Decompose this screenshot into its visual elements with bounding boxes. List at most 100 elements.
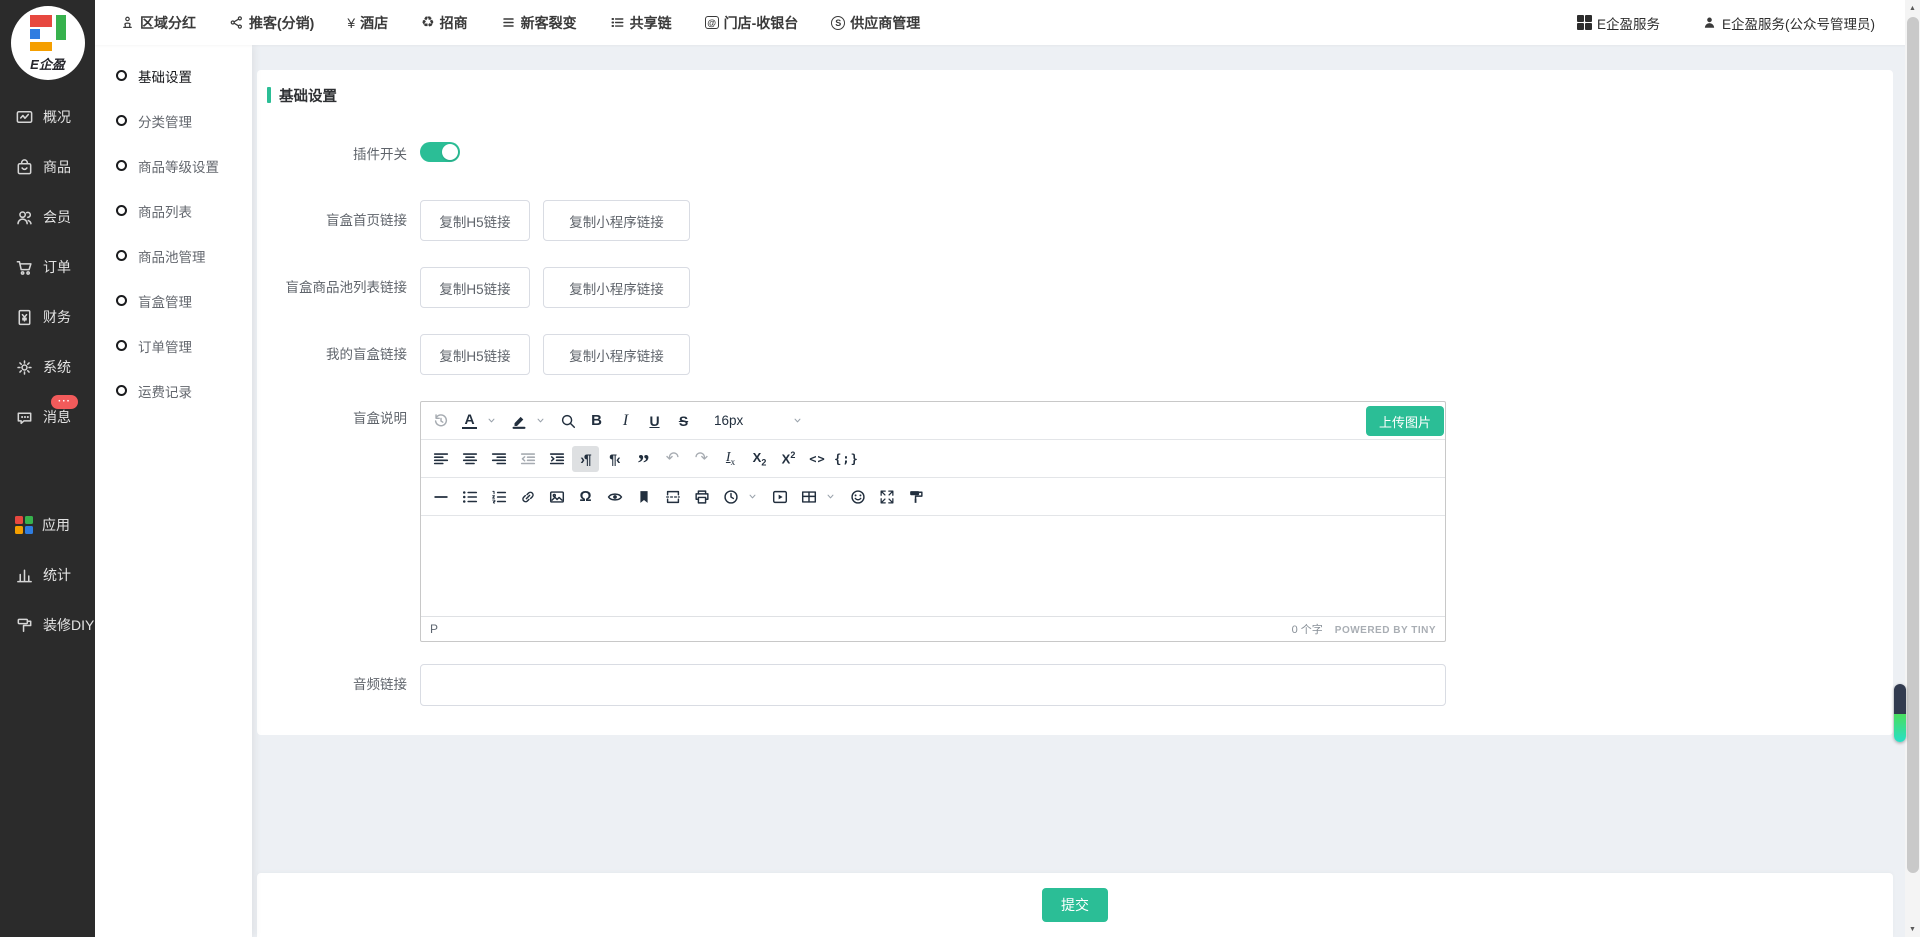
fullscreen-icon[interactable] (873, 484, 900, 510)
rtl-icon[interactable]: ¶‹ (601, 446, 628, 472)
topbar-service[interactable]: E企盈服务 (1577, 13, 1660, 33)
superscript-icon[interactable]: X2 (775, 446, 802, 472)
submenu-item-6[interactable]: 订单管理 (95, 323, 252, 368)
image-icon[interactable] (543, 484, 570, 510)
submenu-item-3[interactable]: 商品列表 (95, 188, 252, 233)
radio-circle-icon (116, 160, 127, 171)
datetime-icon[interactable] (717, 484, 744, 510)
redo-icon[interactable]: ↷ (688, 446, 715, 472)
sidebar-item-members[interactable]: 会员 (0, 192, 95, 242)
dropdown-chevron-icon (790, 408, 805, 434)
scroll-down-arrow-icon[interactable]: ▼ (1905, 921, 1920, 937)
nav-investment[interactable]: ♻招商 (421, 13, 467, 33)
submit-button[interactable]: 提交 (1042, 888, 1108, 922)
sidebar-item-overview[interactable]: 概况 (0, 92, 95, 142)
restore-draft-icon[interactable] (427, 408, 454, 434)
dropdown-chevron-icon[interactable] (745, 484, 760, 510)
editor-content[interactable] (421, 516, 1445, 616)
nav-share-chain[interactable]: 共享链 (610, 13, 672, 33)
floating-widget[interactable] (1894, 684, 1906, 742)
audio-link-input[interactable] (420, 664, 1446, 706)
sidebar-item-goods[interactable]: 商品 (0, 142, 95, 192)
radio-circle-icon (116, 70, 127, 81)
bold-icon[interactable]: B (583, 408, 610, 434)
page-break-icon[interactable] (659, 484, 686, 510)
copy-mini-button[interactable]: 复制小程序链接 (543, 334, 690, 375)
nav-promoter-distribution[interactable]: 推客(分销) (229, 13, 314, 33)
special-char-icon[interactable]: Ω (572, 484, 599, 510)
highlight-color-icon[interactable] (505, 408, 532, 434)
sidebar-item-orders[interactable]: 订单 (0, 242, 95, 292)
print-icon[interactable] (688, 484, 715, 510)
powered-by-tiny[interactable]: POWERED BY TINY (1335, 625, 1436, 636)
bullet-list-icon[interactable] (456, 484, 483, 510)
submenu-item-7[interactable]: 运费记录 (95, 368, 252, 413)
sidebar-item-stats[interactable]: 统计 (0, 550, 95, 600)
align-right-icon[interactable] (485, 446, 512, 472)
submenu-item-2[interactable]: 商品等级设置 (95, 143, 252, 188)
font-size-select[interactable]: 16px (704, 408, 812, 434)
plugin-switch-toggle[interactable] (420, 142, 460, 162)
format-painter-icon[interactable] (902, 484, 929, 510)
copy-mini-button[interactable]: 复制小程序链接 (543, 267, 690, 308)
nav-hotel[interactable]: ¥酒店 (347, 13, 388, 33)
at-icon: @ (705, 16, 719, 29)
submenu-item-5[interactable]: 盲盒管理 (95, 278, 252, 323)
sidebar-item-apps[interactable]: 应用 (0, 500, 95, 550)
link-icon[interactable] (514, 484, 541, 510)
remove-format-icon[interactable]: Ix (717, 446, 744, 472)
sidebar-item-diy[interactable]: 装修DIY (0, 600, 95, 650)
outdent-icon[interactable] (514, 446, 541, 472)
sidebar-item-finance[interactable]: 财务 (0, 292, 95, 342)
word-count: 0 个字 (1292, 621, 1323, 637)
copy-h5-button[interactable]: 复制H5链接 (420, 267, 530, 308)
subscript-icon[interactable]: X2 (746, 446, 773, 472)
align-left-icon[interactable] (427, 446, 454, 472)
italic-icon[interactable]: I (612, 408, 639, 434)
code-icon[interactable]: <> (804, 446, 831, 472)
search-icon[interactable] (554, 408, 581, 434)
editor-statusbar: P 0 个字 POWERED BY TINY (421, 616, 1445, 641)
submenu-item-1[interactable]: 分类管理 (95, 98, 252, 143)
horizontal-rule-icon[interactable] (427, 484, 454, 510)
page-scrollbar[interactable]: ▲ ▼ (1905, 0, 1920, 937)
finance-icon (15, 308, 34, 327)
upload-image-button[interactable]: 上传图片 (1366, 406, 1444, 436)
copy-mini-button[interactable]: 复制小程序链接 (543, 200, 690, 241)
text-color-icon[interactable]: A (456, 408, 483, 434)
sidebar-item-messages[interactable]: 消息··· (0, 392, 95, 442)
blockquote-icon[interactable]: ” (630, 446, 657, 472)
strikethrough-icon[interactable]: S (670, 408, 697, 434)
scrollbar-thumb[interactable] (1907, 17, 1919, 873)
share-icon (229, 15, 244, 30)
emoticons-icon[interactable] (844, 484, 871, 510)
nav-store-cashier[interactable]: @门店-收银台 (705, 13, 799, 33)
dropdown-chevron-icon[interactable] (823, 484, 838, 510)
submenu-item-4[interactable]: 商品池管理 (95, 233, 252, 278)
nav-region-bonus[interactable]: 区域分红 (120, 13, 196, 33)
underline-icon[interactable]: U (641, 408, 668, 434)
topbar-account[interactable]: E企盈服务(公众号管理员) (1702, 13, 1875, 33)
floating-widget-top (1894, 684, 1906, 714)
dropdown-chevron-icon[interactable] (484, 408, 499, 434)
nav-supplier-management[interactable]: S供应商管理 (831, 13, 920, 33)
ltr-icon[interactable]: ›¶ (572, 446, 599, 472)
table-icon[interactable] (795, 484, 822, 510)
radio-circle-icon (116, 385, 127, 396)
copy-h5-button[interactable]: 复制H5链接 (420, 334, 530, 375)
app-logo[interactable]: E企盈 (11, 6, 85, 80)
anchor-icon[interactable] (630, 484, 657, 510)
align-center-icon[interactable] (456, 446, 483, 472)
submenu-item-0[interactable]: 基础设置 (95, 53, 252, 98)
nav-new-customer-fission[interactable]: 新客裂变 (501, 13, 577, 33)
numbered-list-icon[interactable] (485, 484, 512, 510)
indent-icon[interactable] (543, 446, 570, 472)
scroll-up-arrow-icon[interactable]: ▲ (1905, 0, 1920, 16)
sidebar-item-system[interactable]: 系统 (0, 342, 95, 392)
media-icon[interactable] (766, 484, 793, 510)
dropdown-chevron-icon[interactable] (533, 408, 548, 434)
copy-h5-button[interactable]: 复制H5链接 (420, 200, 530, 241)
preview-icon[interactable] (601, 484, 628, 510)
code-sample-icon[interactable]: {;} (833, 446, 860, 472)
undo-icon[interactable]: ↶ (659, 446, 686, 472)
